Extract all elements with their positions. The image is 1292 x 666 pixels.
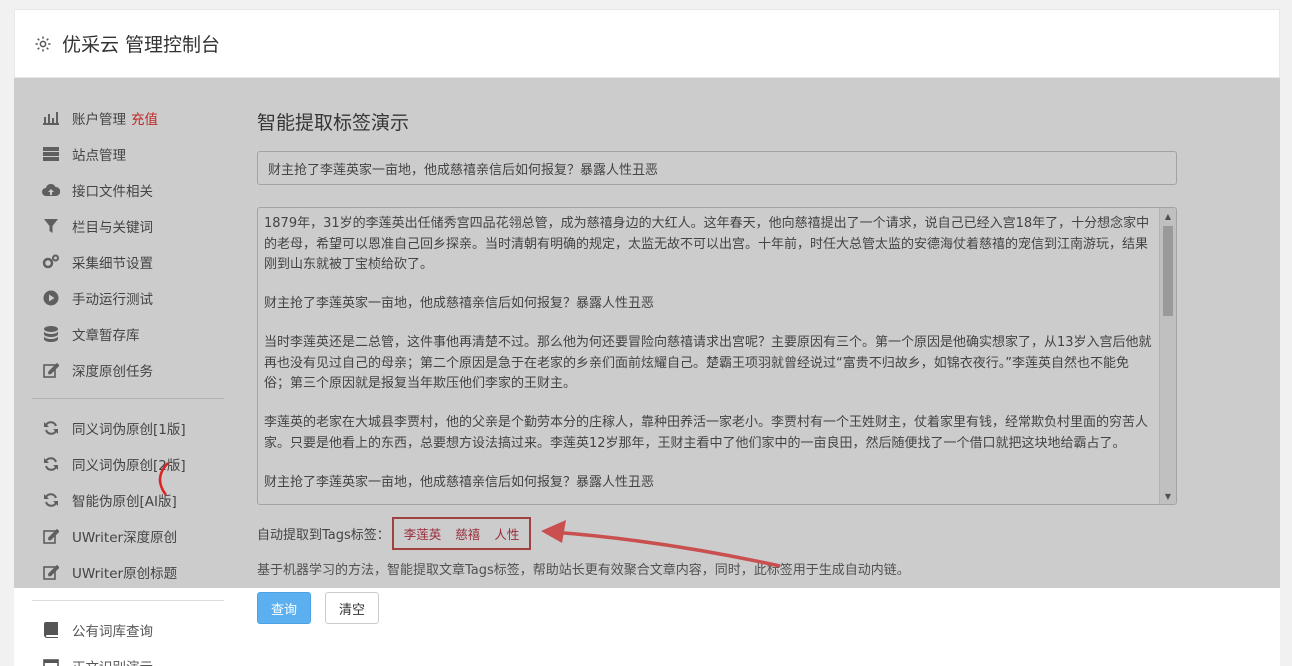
gear-icon <box>33 34 53 54</box>
article-content-textarea[interactable]: 1879年，31岁的李莲英出任储秀宫四品花翎总管，成为慈禧身边的大红人。这年春天… <box>257 207 1177 505</box>
sidebar-item-uwriter-title[interactable]: UWriter原创标题 <box>32 554 224 590</box>
sidebar-item-label: 同义词伪原创[2版] <box>72 458 186 474</box>
paragraph: 财主抢了李莲英家一亩地，他成慈禧亲信后如何报复？暴露人性丑恶 <box>264 296 655 311</box>
page-title: 智能提取标签演示 <box>257 112 410 134</box>
sidebar-item-label: 文章暂存库 <box>72 328 140 344</box>
cloud-upload-icon <box>42 181 60 199</box>
paragraph: 当时李莲英还是二总管，这件事他再清楚不过。那么他为何还要冒险向慈禧请求出宫呢？主… <box>264 335 1152 391</box>
console-title: 优采云 管理控制台 <box>62 34 221 56</box>
sidebar-item-label: 智能伪原创[AI版] <box>72 494 177 510</box>
top-header-bar: 优采云 管理控制台 <box>14 9 1280 78</box>
book-icon <box>42 621 60 639</box>
recharge-badge[interactable]: 充值 <box>131 108 158 128</box>
play-icon <box>42 289 60 307</box>
sidebar-item-text-recognition[interactable]: 正文识别演示 <box>32 648 224 666</box>
sidebar-item-synonym-v2[interactable]: 同义词伪原创[2版] <box>32 446 224 482</box>
gears-icon <box>42 253 60 271</box>
tag-item: 人性 <box>494 526 520 542</box>
refresh-icon <box>42 491 60 509</box>
action-buttons: 查询 清空 <box>257 592 379 624</box>
edit-icon <box>42 361 60 379</box>
sidebar-item-label: 深度原创任务 <box>72 364 153 380</box>
sidebar-item-label: 站点管理 <box>72 148 126 164</box>
sidebar-item-label: 栏目与关键词 <box>72 220 153 236</box>
article-title-input[interactable]: 财主抢了李莲英家一亩地，他成慈禧亲信后如何报复？暴露人性丑恶 <box>257 151 1177 185</box>
sidebar-item-interface-files[interactable]: 接口文件相关 <box>32 172 224 208</box>
sidebar-item-label: 接口文件相关 <box>72 184 153 200</box>
paragraph: 1879年，31岁的李莲英出任储秀宫四品花翎总管，成为慈禧身边的大红人。这年春天… <box>264 216 1150 272</box>
tag-item: 李莲英 <box>403 526 442 542</box>
server-icon <box>42 145 60 163</box>
bar-chart-icon <box>42 109 60 127</box>
database-icon <box>42 325 60 343</box>
sidebar-item-public-lexicon[interactable]: 公有词库查询 <box>32 612 224 648</box>
sidebar-item-deep-original[interactable]: 深度原创任务 <box>32 352 224 388</box>
sidebar-item-ai-rewrite[interactable]: 智能伪原创[AI版] <box>32 482 224 518</box>
window-icon <box>42 657 60 666</box>
sidebar-item-article-storage[interactable]: 文章暂存库 <box>32 316 224 352</box>
sidebar-item-label: 采集细节设置 <box>72 256 153 272</box>
sidebar-item-label: UWriter原创标题 <box>72 566 178 582</box>
sidebar-divider <box>32 398 224 399</box>
scroll-up-icon[interactable]: ▲ <box>1160 208 1176 224</box>
paragraph: 李莲英的老家在大城县李贾村，他的父亲是个勤劳本分的庄稼人，靠种田养活一家老小。李… <box>264 415 1149 451</box>
tags-label: 自动提取到Tags标签： <box>257 527 390 543</box>
tags-row: 自动提取到Tags标签： 李莲英 慈禧 人性 <box>257 515 1177 551</box>
feature-description: 基于机器学习的方法，智能提取文章Tags标签，帮助站长更有效聚合文章内容，同时，… <box>257 563 910 578</box>
sidebar-item-manual-test[interactable]: 手动运行测试 <box>32 280 224 316</box>
article-text: 1879年，31岁的李莲英出任储秀宫四品花翎总管，成为慈禧身边的大红人。这年春天… <box>264 214 1154 504</box>
refresh-icon <box>42 455 60 473</box>
sidebar-item-label: UWriter深度原创 <box>72 530 178 546</box>
sidebar-nav: 账户管理 充值 站点管理 接口文件相关 栏目与关键词 采集细节设置 手动运行测试… <box>32 100 224 666</box>
refresh-icon <box>42 419 60 437</box>
sidebar-item-label: 同义词伪原创[1版] <box>72 422 186 438</box>
scroll-down-icon[interactable]: ▼ <box>1160 488 1176 504</box>
sidebar-item-synonym-v1[interactable]: 同义词伪原创[1版] <box>32 410 224 446</box>
sidebar-item-label: 正文识别演示 <box>72 656 153 666</box>
tags-box: 李莲英 慈禧 人性 <box>391 516 532 550</box>
query-button[interactable]: 查询 <box>257 592 311 624</box>
edit-icon <box>42 563 60 581</box>
sidebar-item-account[interactable]: 账户管理 充值 <box>32 100 224 136</box>
sidebar-item-label: 公有词库查询 <box>72 624 153 640</box>
sidebar-item-label: 账户管理 <box>72 112 126 128</box>
sidebar-item-sites[interactable]: 站点管理 <box>32 136 224 172</box>
sidebar-divider <box>32 600 224 601</box>
paragraph: 财主抢了李莲英家一亩地，他成慈禧亲信后如何报复？暴露人性丑恶 <box>264 474 655 490</box>
edit-icon <box>42 527 60 545</box>
textarea-scrollbar[interactable]: ▲ ▼ <box>1159 208 1176 504</box>
main-content: 智能提取标签演示 财主抢了李莲英家一亩地，他成慈禧亲信后如何报复？暴露人性丑恶 … <box>257 108 1177 578</box>
clear-button[interactable]: 清空 <box>325 592 379 624</box>
sidebar-item-label: 手动运行测试 <box>72 292 153 308</box>
tag-item: 慈禧 <box>455 526 481 542</box>
filter-icon <box>42 217 60 235</box>
sidebar-item-uwriter-deep[interactable]: UWriter深度原创 <box>32 518 224 554</box>
scrollbar-thumb[interactable] <box>1163 226 1173 316</box>
sidebar-item-collect-settings[interactable]: 采集细节设置 <box>32 244 224 280</box>
sidebar-item-columns-keywords[interactable]: 栏目与关键词 <box>32 208 224 244</box>
